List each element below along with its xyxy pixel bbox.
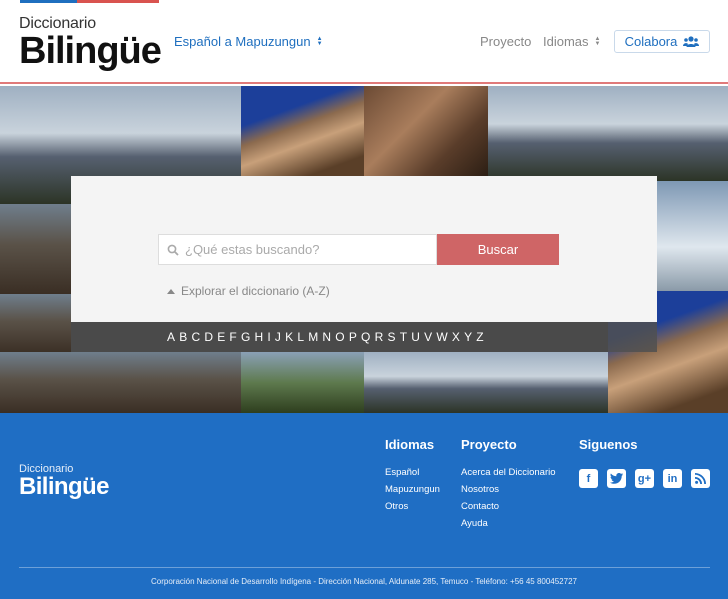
- footer-col-siguenos: Siguenos: [579, 437, 638, 468]
- alphabet-letter-e[interactable]: E: [217, 330, 225, 344]
- sort-caret-icon: ▲ ▼: [594, 35, 601, 47]
- footer-link-espanol[interactable]: Español: [385, 468, 440, 478]
- alphabet-letter-f[interactable]: F: [229, 330, 237, 344]
- nav-idiomas[interactable]: Idiomas ▲ ▼: [543, 34, 600, 49]
- language-pair-select[interactable]: Español a Mapuzungun ▲ ▼: [174, 34, 323, 49]
- footer-siguenos-title: Siguenos: [579, 437, 638, 452]
- footer-idiomas-title: Idiomas: [385, 437, 435, 452]
- search-button[interactable]: Buscar: [437, 234, 559, 265]
- alphabet-letter-b[interactable]: B: [179, 330, 187, 344]
- footer-divider: [19, 567, 710, 568]
- alphabet-letter-d[interactable]: D: [204, 330, 213, 344]
- search-field[interactable]: [158, 234, 437, 265]
- sort-caret-icon: ▲ ▼: [316, 35, 323, 47]
- footer-col-idiomas: Idiomas Español Mapuzungun Otros: [385, 437, 440, 519]
- photo-crowd: [0, 294, 71, 354]
- colabora-button[interactable]: Colabora: [614, 30, 710, 53]
- footer-col-proyecto: Proyecto Acerca del Diccionario Nosotros…: [461, 437, 556, 536]
- explore-dictionary-toggle[interactable]: Explorar el diccionario (A-Z): [167, 284, 330, 298]
- photo-snow: [657, 181, 728, 291]
- site-header: Diccionario Bilingüe Español a Mapuzungu…: [0, 0, 728, 84]
- alphabet-letter-h[interactable]: H: [254, 330, 263, 344]
- rss-icon[interactable]: [691, 469, 710, 488]
- footer-link-nosotros[interactable]: Nosotros: [461, 485, 556, 495]
- site-logo[interactable]: Diccionario Bilingüe: [19, 15, 162, 72]
- alphabet-letter-z[interactable]: Z: [476, 330, 484, 344]
- alphabet-letter-j[interactable]: J: [275, 330, 281, 344]
- footer-address: Corporación Nacional de Desarrollo Indíg…: [151, 577, 577, 586]
- footer-link-ayuda[interactable]: Ayuda: [461, 519, 556, 529]
- footer-logo-big: Bilingüe: [19, 473, 109, 500]
- footer-link-mapuzungun[interactable]: Mapuzungun: [385, 485, 440, 495]
- search-input[interactable]: [185, 242, 425, 257]
- alphabet-letter-c[interactable]: C: [191, 330, 200, 344]
- alphabet-letter-v[interactable]: V: [424, 330, 432, 344]
- alphabet-letter-t[interactable]: T: [400, 330, 408, 344]
- users-icon: [683, 35, 700, 47]
- alphabet-letter-l[interactable]: L: [297, 330, 304, 344]
- nav-proyecto-label: Proyecto: [480, 34, 532, 49]
- search-panel: Buscar Explorar el diccionario (A-Z): [71, 176, 657, 322]
- photo-crowd-2: [0, 352, 241, 413]
- photo-carved-wood: [241, 86, 364, 176]
- photo-mountains-2: [488, 86, 728, 181]
- photo-forest: [241, 352, 364, 413]
- alphabet-letter-m[interactable]: M: [308, 330, 318, 344]
- caret-up-icon: [167, 288, 175, 294]
- google-plus-icon[interactable]: g+: [635, 469, 654, 488]
- photo-mountains-3: [364, 352, 608, 413]
- alphabet-letter-r[interactable]: R: [375, 330, 384, 344]
- alphabet-letter-i[interactable]: I: [267, 330, 271, 344]
- site-footer: Diccionario Bilingüe Idiomas Español Map…: [0, 413, 728, 599]
- linkedin-icon[interactable]: in: [663, 469, 682, 488]
- flag-bar: [20, 0, 159, 3]
- footer-link-otros[interactable]: Otros: [385, 502, 440, 512]
- alphabet-letter-n[interactable]: N: [322, 330, 331, 344]
- alphabet-letter-w[interactable]: W: [436, 330, 448, 344]
- footer-link-contacto[interactable]: Contacto: [461, 502, 556, 512]
- language-pair-label: Español a Mapuzungun: [174, 34, 311, 49]
- alphabet-letter-q[interactable]: Q: [361, 330, 371, 344]
- alphabet-letter-u[interactable]: U: [411, 330, 420, 344]
- explore-label: Explorar el diccionario (A-Z): [181, 284, 330, 298]
- footer-proyecto-title: Proyecto: [461, 437, 517, 452]
- footer-link-acerca[interactable]: Acerca del Diccionario: [461, 468, 556, 478]
- nav-proyecto[interactable]: Proyecto: [480, 34, 531, 49]
- alphabet-letter-o[interactable]: O: [335, 330, 345, 344]
- alphabet-letter-y[interactable]: Y: [464, 330, 472, 344]
- alphabet-letter-x[interactable]: X: [452, 330, 460, 344]
- alphabet-letter-k[interactable]: K: [285, 330, 293, 344]
- alphabet-index: ABCDEFGHIJKLMNOPQRSTUVWXYZ: [71, 322, 657, 352]
- search-icon: [167, 244, 179, 256]
- nav-idiomas-label: Idiomas: [543, 34, 589, 49]
- social-links: f g+ in: [579, 469, 710, 488]
- alphabet-letter-g[interactable]: G: [241, 330, 251, 344]
- twitter-icon[interactable]: [607, 469, 626, 488]
- photo-village: [0, 204, 71, 294]
- logo-big-text: Bilingüe: [19, 30, 162, 72]
- footer-logo[interactable]: Diccionario Bilingüe: [19, 463, 109, 499]
- colabora-label: Colabora: [624, 34, 678, 49]
- alphabet-letter-a[interactable]: A: [167, 330, 175, 344]
- alphabet-letter-p[interactable]: P: [349, 330, 357, 344]
- alphabet-letter-s[interactable]: S: [387, 330, 395, 344]
- photo-rock: [364, 86, 488, 176]
- facebook-icon[interactable]: f: [579, 469, 598, 488]
